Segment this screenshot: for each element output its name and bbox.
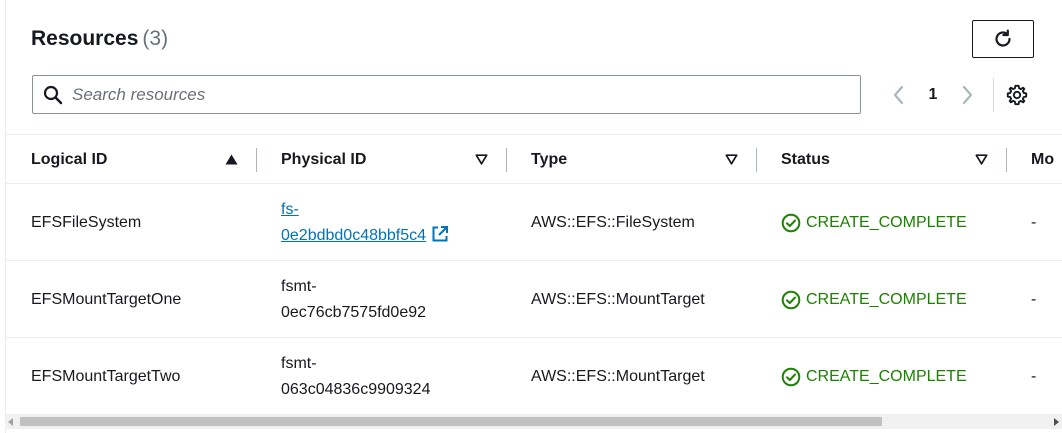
check-circle-icon (781, 367, 801, 386)
status-badge: CREATE_COMPLETE (781, 210, 967, 236)
logical-id-cell: EFSMountTargetTwo (31, 367, 181, 385)
status-cell: CREATE_COMPLETE (781, 338, 1011, 414)
physical-id-link[interactable]: 0e2bdbd0c48bbf5c4 (281, 227, 426, 244)
type-cell: AWS::EFS::MountTarget (531, 290, 705, 308)
resource-count: (3) (142, 27, 169, 50)
chevron-left-icon[interactable] (890, 84, 908, 106)
column-header-status[interactable]: Status (781, 135, 996, 185)
table-row: EFSMountTargetTwo fsmt- 063c04836c990932… (6, 338, 1062, 414)
column-divider[interactable] (506, 148, 507, 172)
status-badge: CREATE_COMPLETE (781, 287, 967, 313)
column-label: Type (531, 151, 568, 168)
logical-id-cell: EFSMountTargetOne (31, 290, 182, 308)
column-header-module[interactable]: Mo (1031, 135, 1062, 185)
table-row: EFSFileSystem fs- 0e2bdbd0c48bbf5c4 AWS:… (6, 184, 1062, 261)
refresh-button[interactable] (972, 20, 1034, 58)
type-cell: AWS::EFS::MountTarget (531, 367, 705, 385)
status-text: CREATE_COMPLETE (806, 213, 967, 231)
module-cell: - (1031, 290, 1037, 308)
pager-divider (993, 78, 994, 112)
current-page[interactable]: 1 (924, 86, 942, 104)
physical-id-cell: fsmt- 063c04836c9909324 (281, 338, 511, 414)
status-cell: CREATE_COMPLETE (781, 184, 1011, 261)
refresh-icon (995, 29, 1011, 47)
table-row: EFSMountTargetOne fsmt- 0ec76cb7575fd0e9… (6, 261, 1062, 338)
module-cell: - (1031, 367, 1037, 385)
physical-id-cell: fs- 0e2bdbd0c48bbf5c4 (281, 184, 511, 261)
column-header-physical-id[interactable]: Physical ID (281, 135, 496, 185)
physical-id-text: fsmt- (281, 277, 317, 295)
status-badge: CREATE_COMPLETE (781, 364, 967, 390)
physical-id-cell: fsmt- 0ec76cb7575fd0e92 (281, 261, 511, 338)
column-label: Logical ID (31, 151, 108, 168)
gear-icon[interactable] (1006, 84, 1028, 106)
type-cell: AWS::EFS::FileSystem (531, 213, 695, 231)
check-circle-icon (781, 290, 801, 309)
scrollbar-thumb[interactable] (20, 417, 882, 426)
physical-id-text: 063c04836c9909324 (281, 380, 431, 398)
scroll-right-icon[interactable] (1054, 418, 1059, 426)
caret-down-outline-icon (975, 154, 988, 165)
logical-id-cell: EFSFileSystem (31, 213, 142, 231)
column-label: Mo (1031, 151, 1055, 168)
caret-down-outline-icon (475, 154, 488, 165)
external-link-icon[interactable] (431, 225, 449, 243)
physical-id-text: 0ec76cb7575fd0e92 (281, 303, 427, 321)
table-header: Logical ID Physical ID Type Status Mo (6, 134, 1062, 184)
search-input[interactable] (72, 76, 852, 113)
scroll-left-icon[interactable] (8, 418, 13, 426)
status-text: CREATE_COMPLETE (806, 290, 967, 308)
search-box (32, 75, 861, 114)
module-cell: - (1031, 213, 1037, 231)
column-label: Physical ID (281, 151, 367, 168)
status-cell: CREATE_COMPLETE (781, 261, 1011, 338)
horizontal-scrollbar[interactable] (5, 414, 1062, 429)
column-divider[interactable] (256, 148, 257, 172)
caret-up-icon (225, 154, 238, 165)
search-icon (43, 85, 63, 105)
page-title: Resources (3) (31, 27, 168, 51)
column-label: Status (781, 151, 830, 168)
status-text: CREATE_COMPLETE (806, 367, 967, 385)
column-divider[interactable] (1006, 148, 1007, 172)
resources-panel: Resources(3) 1 Logical ID (5, 0, 1062, 433)
chevron-right-icon[interactable] (958, 84, 976, 106)
column-divider[interactable] (756, 148, 757, 172)
resources-table: Logical ID Physical ID Type Status Mo EF… (6, 134, 1062, 414)
caret-down-outline-icon (725, 154, 738, 165)
column-header-logical-id[interactable]: Logical ID (31, 135, 246, 185)
check-circle-icon (781, 213, 801, 232)
title-text: Resources (31, 27, 139, 50)
column-header-type[interactable]: Type (531, 135, 746, 185)
physical-id-link[interactable]: fs- (281, 201, 299, 218)
physical-id-text: fsmt- (281, 354, 317, 372)
